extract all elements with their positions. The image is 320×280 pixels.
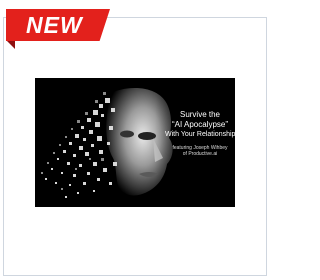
thumbnail-title-line-2: “AI Apocalypse”	[171, 120, 229, 129]
product-card[interactable]: NEW Survive the “AI Apocalypse” With You…	[0, 0, 271, 280]
video-thumbnail[interactable]: Survive the “AI Apocalypse” With Your Re…	[35, 78, 235, 207]
thumbnail-title-line-3: With Your Relationships	[165, 131, 235, 138]
new-badge: NEW	[6, 9, 114, 49]
new-badge-label: NEW	[26, 12, 83, 38]
disintegrating-face-image	[35, 78, 235, 207]
ribbon-fold	[6, 40, 15, 49]
thumbnail-title-line-1: Survive the	[179, 110, 221, 119]
thumbnail-subtitle-line-2: of Productive.ai	[182, 151, 218, 157]
